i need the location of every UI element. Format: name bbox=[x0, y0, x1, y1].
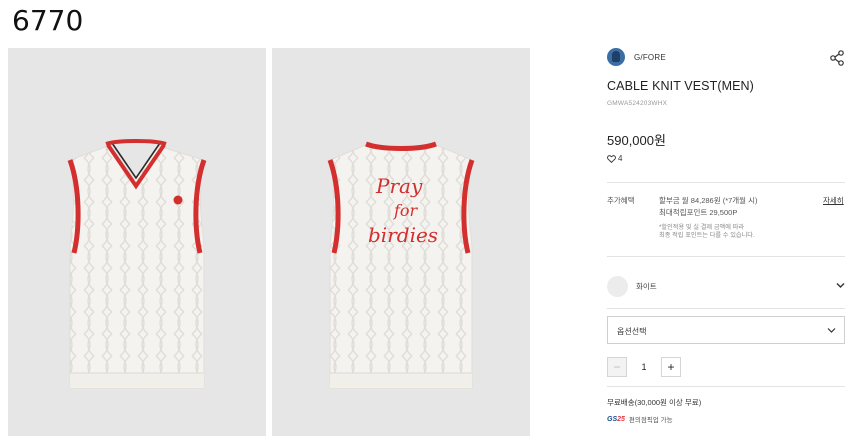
product-price: 590,000원 bbox=[607, 133, 666, 148]
embroidery-line-3: birdies bbox=[368, 223, 438, 247]
chevron-down-icon bbox=[827, 328, 836, 333]
option-select[interactable]: 옵션선택 bbox=[607, 316, 845, 344]
gs25-pickup-text: 편의점픽업 가능 bbox=[628, 417, 673, 424]
option-placeholder: 옵션선택 bbox=[617, 327, 647, 336]
quantity-decrease-button[interactable]: − bbox=[607, 357, 627, 377]
gs25-pickup-info: GS25 편의점픽업 가능 bbox=[607, 414, 673, 425]
brand-name[interactable]: G/FORE bbox=[634, 53, 666, 62]
heart-icon bbox=[607, 154, 616, 163]
quantity-value: 1 bbox=[641, 362, 647, 372]
chevron-down-icon[interactable] bbox=[836, 282, 845, 289]
points-note-line2: 최종 적립 포인트는 다를 수 있습니다. bbox=[659, 232, 755, 239]
product-image-back[interactable]: Pray for birdies bbox=[272, 48, 530, 436]
product-code: GMWA524203WHX bbox=[607, 100, 668, 107]
brand-row[interactable]: G/FORE bbox=[607, 48, 666, 66]
color-swatch-white[interactable] bbox=[607, 275, 628, 297]
divider bbox=[607, 256, 845, 257]
vest-back-illustration: Pray for birdies bbox=[327, 141, 475, 389]
like-count: 4 bbox=[618, 154, 623, 163]
embroidery-line-1: Pray bbox=[375, 174, 423, 198]
embroidery-line-2: for bbox=[393, 201, 419, 220]
like-button[interactable]: 4 bbox=[607, 154, 622, 163]
brand-logo[interactable] bbox=[607, 48, 625, 66]
divider bbox=[607, 386, 845, 387]
gs25-logo-right: 25 bbox=[617, 415, 625, 423]
color-selector[interactable]: 화이트 bbox=[607, 274, 847, 298]
benefit-label: 추가혜택 bbox=[607, 196, 635, 205]
color-label: 화이트 bbox=[636, 281, 657, 291]
vest-front-illustration bbox=[67, 139, 207, 389]
quantity-increase-button[interactable]: + bbox=[661, 357, 681, 377]
product-image-front[interactable] bbox=[8, 48, 266, 436]
installment-text: 할부금 월 84,286원 (*7개월 시) bbox=[659, 196, 758, 205]
divider bbox=[607, 182, 845, 183]
shipping-info: 무료배송(30,000원 이상 무료) bbox=[607, 398, 702, 407]
divider bbox=[607, 308, 845, 309]
page-code: 6770 bbox=[12, 4, 84, 37]
share-icon[interactable] bbox=[829, 50, 845, 66]
points-text: 최대적립포인트 29,500P bbox=[659, 208, 738, 217]
product-title: CABLE KNIT VEST(MEN) bbox=[607, 79, 754, 93]
benefit-detail-link[interactable]: 자세히 bbox=[823, 195, 844, 206]
gs25-logo-left: GS bbox=[607, 415, 618, 423]
gs25-logo: GS25 bbox=[607, 416, 625, 423]
